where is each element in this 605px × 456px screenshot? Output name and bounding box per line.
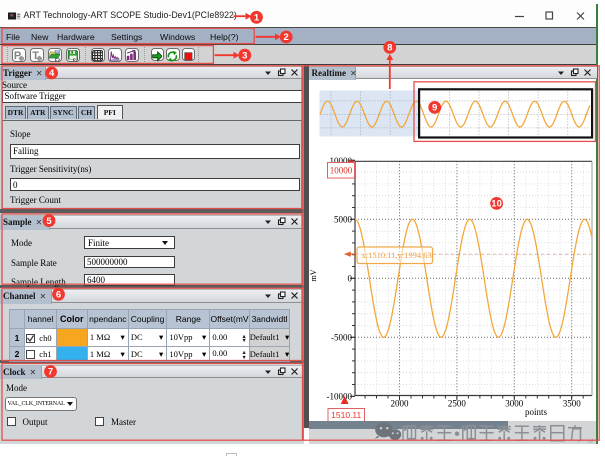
svg-text:3: 3	[242, 50, 247, 61]
svg-text:5: 5	[46, 216, 52, 227]
svg-text:10: 10	[491, 199, 502, 210]
svg-text:9: 9	[432, 103, 437, 114]
svg-text:7: 7	[48, 367, 53, 378]
svg-text:4: 4	[49, 68, 55, 79]
svg-text:8: 8	[387, 43, 392, 54]
svg-text:2: 2	[284, 32, 289, 43]
svg-text:1: 1	[254, 13, 260, 24]
svg-text:6: 6	[56, 290, 61, 301]
